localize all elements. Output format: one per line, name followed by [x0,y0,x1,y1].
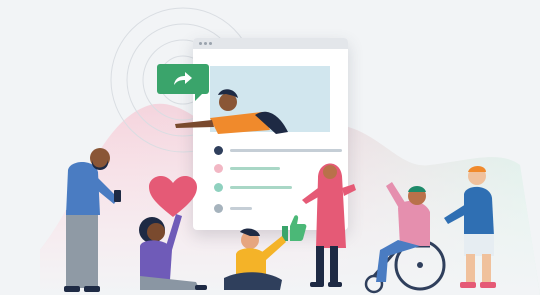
man-in-wheelchair [364,182,446,294]
people-layer [64,89,496,294]
person-sitting-thumbs-up [224,228,286,290]
person-pushing-wheelchair [444,166,496,288]
man-reaching-from-screen [175,89,288,134]
man-with-phone [64,148,121,292]
woman-in-hijab [302,163,356,287]
social-illustration [0,0,540,295]
woman-holding-heart [139,214,207,290]
